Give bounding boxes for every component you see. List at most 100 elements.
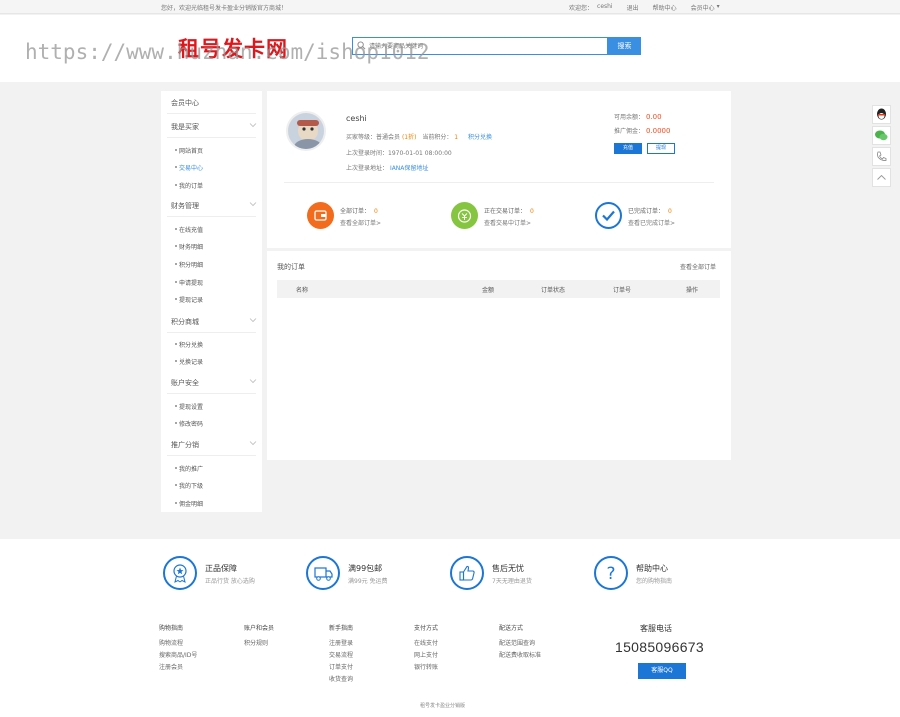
view-completed-orders-link[interactable]: 查看已完成订单> [628,218,675,227]
last-login-addr-row: 上次登录地址： IANA保留地址 [346,163,428,172]
top-bar: 您好，欢迎光临租号发卡盈业分销版官方商城！ 欢迎您： ceshi 退出 帮助中心… [0,0,900,14]
wechat-icon[interactable] [872,126,891,145]
help-center-link[interactable]: 帮助中心 [653,3,677,12]
sidebar-item-my-promotion[interactable]: 我的推广 [174,464,203,473]
last-login-addr-link[interactable]: IANA保留地址 [390,165,428,172]
column-name: 名称 [296,287,309,294]
footer-link[interactable]: 积分规则 [244,638,268,647]
points-exchange-link[interactable]: 积分兑换 [468,134,492,141]
footer-link[interactable]: 购物流程 [159,638,183,647]
sidebar-item-home[interactable]: 网站首页 [174,146,203,155]
column-actions: 操作 [686,287,699,294]
back-to-top-icon[interactable] [872,168,891,187]
sidebar-item-finance-detail[interactable]: 财务明细 [174,242,203,251]
footer-link[interactable]: 搜索商品/ID号 [159,650,197,659]
footer-col-title: 新手指南 [329,625,354,632]
chevron-down-icon [249,318,257,323]
sidebar-group-buyer[interactable]: 我是买家 [171,122,257,132]
hotline-label: 客服电话 [640,624,672,633]
divider [167,455,256,456]
phone-icon[interactable] [872,147,891,166]
sidebar-group-finance[interactable]: 财务管理 [171,201,257,211]
sidebar-item-exchange-records[interactable]: 兑换记录 [174,357,203,366]
footer-link[interactable]: 网上支付 [414,650,438,659]
search-button[interactable]: 搜索 [608,37,641,55]
money-bag-icon [451,202,478,229]
sidebar-group-label: 推广分销 [171,441,199,449]
profile-card: ceshi 买家等级：普通会员 (1折) 当前积分： 1 积分兑换 上次登录时间… [267,91,731,248]
wallet-icon [307,202,334,229]
chevron-down-icon [249,441,257,446]
sidebar-item-withdraw-settings[interactable]: 提现设置 [174,402,203,411]
divider [167,216,256,217]
member-center-link[interactable]: 会员中心 [691,3,715,12]
footer-link[interactable]: 配送费收取标准 [499,650,541,659]
service-title: 满99包邮 [348,564,383,573]
chevron-down-icon [249,202,257,207]
service-subtitle: 正品行货 放心选购 [205,578,255,585]
sidebar-item-my-subordinates[interactable]: 我的下级 [174,481,203,490]
chevron-down-icon [249,379,257,384]
withdraw-button[interactable]: 提现 [647,143,675,154]
logout-link[interactable]: 退出 [627,3,639,12]
sidebar-item-trade-center[interactable]: 交易中心 [174,163,203,172]
sidebar-item-points-detail[interactable]: 积分明细 [174,260,203,269]
service-title: 正品保障 [205,564,237,573]
footer-link[interactable]: 银行转账 [414,662,438,671]
sidebar-group-account-security[interactable]: 账户安全 [171,378,257,388]
balance-value: 0.00 [645,113,662,121]
footer-link[interactable]: 收货查询 [329,674,353,683]
last-login-addr-label: 上次登录地址： [346,165,389,172]
sidebar-item-apply-withdraw[interactable]: 申请提现 [174,278,203,287]
commission-value: 0.0000 [645,127,671,135]
top-username-link[interactable]: ceshi [597,3,613,12]
sidebar-group-label: 财务管理 [171,202,199,210]
url-watermark: https://www.huzhan.com/ishop1012 [25,40,430,64]
truck-icon [306,556,340,590]
service-title: 帮助中心 [636,564,668,573]
divider [167,137,256,138]
sidebar-group-label: 积分商城 [171,318,199,326]
sidebar-group-promotion[interactable]: 推广分销 [171,440,257,450]
sidebar-item-commission-detail[interactable]: 佣金明细 [174,499,203,508]
question-icon: ? [594,556,628,590]
site-footer: 正品保障 正品行货 放心选购 满99包邮 满99元 免运费 售后无忧 7天无理由… [0,539,900,717]
footer-link[interactable]: 交易流程 [329,650,353,659]
view-all-orders-link[interactable]: 查看全部订单> [340,218,381,227]
profile-username: ceshi [346,114,367,123]
avatar-image [288,113,324,149]
my-orders-panel: 我的订单 查看全部订单 名称 金额 订单状态 订单号 操作 [267,251,731,460]
sidebar-item-withdraw-records[interactable]: 提现记录 [174,295,203,304]
footer-link[interactable]: 注册登录 [329,638,353,647]
footer-link[interactable]: 在线支付 [414,638,438,647]
top-bar-links: 欢迎您： ceshi 退出 帮助中心 会员中心 ▾ [569,3,720,12]
footer-col-title: 账户和会员 [244,625,275,632]
customer-service-qq-button[interactable]: 客服QQ [638,663,686,679]
stat-label: 全部订单： 0 [340,208,378,215]
recharge-button[interactable]: 充值 [614,143,642,154]
sidebar-item-change-password[interactable]: 修改密码 [174,419,203,428]
service-subtitle: 满99元 免运费 [348,578,388,585]
points-value: 1 [454,134,459,141]
sidebar-item-my-orders[interactable]: 我的订单 [174,181,203,190]
member-level-value: (1折) [401,134,417,141]
divider [284,182,714,183]
divider [167,393,256,394]
view-trading-orders-link[interactable]: 查看交易中订单> [484,218,531,227]
member-level-label: 买家等级：普通会员 [346,134,401,141]
stat-label: 正在交易订单： 0 [484,208,534,215]
sidebar-item-recharge[interactable]: 在线充值 [174,225,203,234]
qq-icon[interactable] [872,105,891,124]
sidebar-group-label: 我是买家 [171,123,199,131]
balance-label: 可用余额： [614,114,645,121]
sidebar-group-points-mall[interactable]: 积分商城 [171,317,257,327]
footer-col-title: 购物指南 [159,625,184,632]
sidebar-item-points-exchange[interactable]: 积分兑换 [174,340,203,349]
footer-link[interactable]: 配送范围查询 [499,638,535,647]
service-title: 售后无忧 [492,564,524,573]
footer-link[interactable]: 订单支付 [329,662,353,671]
view-all-orders-link[interactable]: 查看全部订单 [680,262,716,271]
points-label: 当前积分： [422,134,453,141]
footer-link[interactable]: 注册会员 [159,662,183,671]
thumbs-up-icon [450,556,484,590]
